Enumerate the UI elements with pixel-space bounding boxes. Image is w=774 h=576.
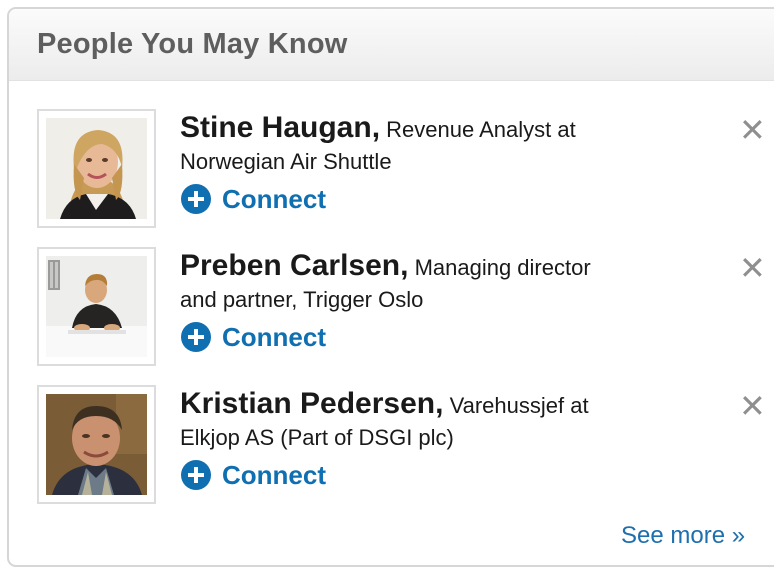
person-info: Stine Haugan, Revenue Analyst at Norwegi… (180, 111, 740, 215)
profile-photo (46, 118, 147, 219)
person-headline-cont: and partner, Trigger Oslo (180, 287, 424, 312)
person-card: Kristian Pedersen, Varehussjef at Elkjop… (37, 385, 774, 507)
widget-title: People You May Know (37, 28, 348, 60)
connect-button[interactable]: Connect (180, 459, 740, 491)
connect-label: Connect (222, 183, 326, 214)
connect-label: Connect (222, 459, 326, 490)
see-more-link[interactable]: See more » (621, 522, 745, 550)
close-icon[interactable]: ✕ (739, 114, 766, 146)
people-you-may-know-widget: People You May Know Stine Haugan, Revenu… (7, 7, 774, 567)
person-info: Preben Carlsen, Managing director and pa… (180, 249, 740, 353)
plus-circle-icon (181, 460, 211, 490)
profile-photo-frame[interactable] (37, 109, 156, 228)
person-name[interactable]: Preben Carlsen, (180, 249, 408, 282)
connect-label: Connect (222, 321, 326, 352)
person-headline: Revenue Analyst at (386, 117, 576, 142)
person-name[interactable]: Stine Haugan, (180, 111, 380, 144)
widget-header: People You May Know (9, 9, 774, 81)
person-card: Stine Haugan, Revenue Analyst at Norwegi… (37, 109, 774, 231)
profile-photo-frame[interactable] (37, 247, 156, 366)
profile-photo-frame[interactable] (37, 385, 156, 504)
person-headline: Varehussjef at (449, 393, 589, 418)
person-headline-cont: Elkjop AS (Part of DSGI plc) (180, 425, 454, 450)
close-icon[interactable]: ✕ (739, 252, 766, 284)
profile-photo (46, 394, 147, 495)
person-headline-cont: Norwegian Air Shuttle (180, 149, 392, 174)
profile-photo (46, 256, 147, 357)
plus-circle-icon (181, 322, 211, 352)
plus-circle-icon (181, 184, 211, 214)
close-icon[interactable]: ✕ (739, 390, 766, 422)
person-headline: Managing director (414, 255, 591, 280)
person-info: Kristian Pedersen, Varehussjef at Elkjop… (180, 387, 740, 491)
person-name[interactable]: Kristian Pedersen, (180, 387, 443, 420)
connect-button[interactable]: Connect (180, 183, 740, 215)
connect-button[interactable]: Connect (180, 321, 740, 353)
person-card: Preben Carlsen, Managing director and pa… (37, 247, 774, 369)
